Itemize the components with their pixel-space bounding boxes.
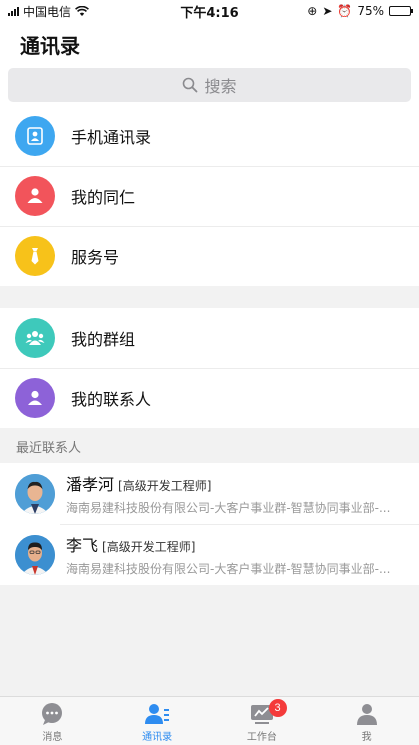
menu-item-colleagues[interactable]: 我的同仁 <box>0 166 419 226</box>
tab-messages[interactable]: 消息 <box>0 697 105 745</box>
contacts-icon <box>145 704 170 724</box>
tab-label: 通讯录 <box>142 732 173 743</box>
search-input[interactable]: 搜索 <box>8 68 411 102</box>
tab-label: 消息 <box>42 732 63 743</box>
colleague-icon <box>15 176 55 216</box>
contact-header: 潘孝河 [高级开发工程师] <box>66 471 406 495</box>
menu-item-my-groups[interactable]: 我的群组 <box>0 308 419 368</box>
search-bar: 搜索 <box>0 66 419 108</box>
contact-info: 潘孝河 [高级开发工程师] 海南易建科技股份有限公司-大客户事业群-智慧协同事业… <box>66 471 406 516</box>
status-right: ⊕ ➤ ⏰ 75% <box>261 4 413 18</box>
message-icon <box>42 703 63 725</box>
notification-badge: 3 <box>268 699 287 717</box>
header: 通讯录 <box>0 22 419 66</box>
menu-group-primary: 手机通讯录 我的同仁 服务号 <box>0 106 419 286</box>
menu-item-label: 我的群组 <box>71 330 136 349</box>
contact-organization: 海南易建科技股份有限公司-大客户事业群-智慧协同事业部-... <box>66 501 391 515</box>
tab-bar: 消息 通讯录 3 工作台 我 <box>0 696 419 745</box>
tab-label: 我 <box>361 732 372 743</box>
profile-icon <box>356 704 377 725</box>
rotation-lock-icon: ⊕ <box>307 4 318 18</box>
avatar <box>15 473 55 514</box>
recent-contacts-list: 潘孝河 [高级开发工程师] 海南易建科技股份有限公司-大客户事业群-智慧协同事业… <box>0 463 419 585</box>
tab-workbench[interactable]: 3 工作台 <box>210 697 315 745</box>
location-icon: ➤ <box>322 4 333 18</box>
menu-item-label: 手机通讯录 <box>71 128 152 147</box>
service-tie-icon <box>15 236 55 276</box>
tab-contacts[interactable]: 通讯录 <box>105 697 210 745</box>
contact-organization: 海南易建科技股份有限公司-大客户事业群-智慧协同事业部-... <box>66 562 391 576</box>
avatar <box>15 534 55 575</box>
status-bar: 中国电信 下午4:16 ⊕ ➤ ⏰ 75% <box>0 0 419 22</box>
status-left: 中国电信 <box>8 3 158 20</box>
contact-name: 李飞 <box>66 536 99 555</box>
tab-me[interactable]: 我 <box>314 697 419 745</box>
menu-item-label: 我的同仁 <box>71 188 136 207</box>
menu-item-my-contacts[interactable]: 我的联系人 <box>0 368 419 428</box>
battery-icon <box>389 6 413 16</box>
menu-item-service-accounts[interactable]: 服务号 <box>0 226 419 286</box>
menu-item-label: 服务号 <box>71 248 120 267</box>
wifi-icon <box>75 5 89 16</box>
page-title: 通讯录 <box>20 34 80 58</box>
contact-info: 李飞 [高级开发工程师] 海南易建科技股份有限公司-大客户事业群-智慧协同事业部… <box>66 532 406 577</box>
signal-icon <box>8 6 19 16</box>
recent-contacts-header: 最近联系人 <box>16 440 82 456</box>
contact-person-icon <box>15 378 55 418</box>
group-icon <box>15 318 55 358</box>
contact-name: 潘孝河 <box>66 475 115 494</box>
menu-item-phone-contacts[interactable]: 手机通讯录 <box>0 106 419 166</box>
contact-header: 李飞 [高级开发工程师] <box>66 532 406 556</box>
alarm-icon: ⏰ <box>337 4 353 18</box>
tab-label: 工作台 <box>246 732 277 743</box>
contact-job-title: [高级开发工程师] <box>118 479 212 493</box>
contact-row[interactable]: 潘孝河 [高级开发工程师] 海南易建科技股份有限公司-大客户事业群-智慧协同事业… <box>0 463 419 524</box>
menu-item-label: 我的联系人 <box>71 390 152 409</box>
status-time: 下午4:16 <box>180 5 239 21</box>
search-placeholder: 搜索 <box>204 77 237 96</box>
menu-group-secondary: 我的群组 我的联系人 <box>0 308 419 428</box>
search-icon <box>183 77 198 93</box>
contact-job-title: [高级开发工程师] <box>102 540 196 554</box>
battery-percent: 75% <box>357 4 384 18</box>
contact-row[interactable]: 李飞 [高级开发工程师] 海南易建科技股份有限公司-大客户事业群-智慧协同事业部… <box>0 524 419 585</box>
phone-contacts-icon <box>15 116 55 156</box>
carrier-label: 中国电信 <box>23 4 72 19</box>
